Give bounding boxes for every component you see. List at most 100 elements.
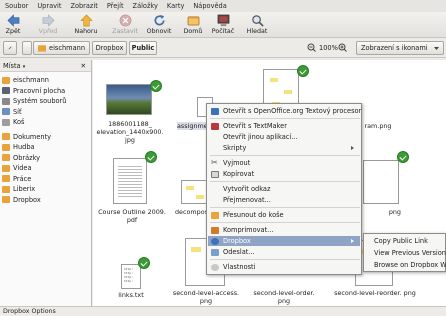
- stop-icon: [119, 14, 131, 27]
- status-bar: Dropbox Options: [0, 306, 446, 316]
- submenu-arrow-icon: [351, 146, 354, 150]
- openoffice-icon: [211, 107, 219, 115]
- sidebar-item-trash[interactable]: Koš: [0, 117, 91, 128]
- submenu-arrow-icon: [351, 239, 354, 243]
- search-button[interactable]: Hledat: [246, 12, 268, 38]
- properties-icon: [211, 263, 219, 271]
- menu-soubor[interactable]: Soubor: [5, 2, 28, 10]
- computer-button[interactable]: Počítač: [209, 12, 237, 38]
- menu-dropbox[interactable]: Dropbox: [208, 236, 360, 246]
- forward-arrow-icon: [42, 14, 54, 27]
- sidebar-item-filesystem[interactable]: Systém souborů: [0, 96, 91, 107]
- menu-separator: [210, 207, 360, 208]
- sync-check-icon: [145, 151, 157, 163]
- menu-scripts[interactable]: Skripty: [208, 143, 360, 153]
- sidebar-header[interactable]: Místa ▾ ✕: [0, 60, 91, 72]
- menu-properties[interactable]: Vlastnosti: [208, 262, 360, 272]
- sidebar-item-desktop[interactable]: Pracovní plocha: [0, 86, 91, 97]
- file-label[interactable]: links.txt: [109, 291, 153, 299]
- pdf-thumbnail[interactable]: [113, 158, 147, 204]
- menu-make-link[interactable]: Vytvořit odkaz: [208, 184, 360, 194]
- menu-compress[interactable]: Komprimovat...: [208, 225, 360, 235]
- file-label[interactable]: second-level-access. png: [169, 289, 243, 305]
- textmaker-icon: [211, 122, 219, 130]
- home-icon: [187, 16, 199, 26]
- folder-icon: [2, 185, 10, 193]
- file-label[interactable]: second-level-reorder. png: [333, 289, 417, 297]
- file-label[interactable]: second-level-order. png: [249, 289, 319, 305]
- menu-cut[interactable]: ✂ Vyjmout: [208, 158, 360, 168]
- trash-icon: [2, 118, 10, 126]
- file-label[interactable]: 1886001188_ elevation_1440x900. jpg: [95, 120, 165, 144]
- computer-icon: [217, 14, 229, 27]
- folder-icon: [2, 154, 10, 162]
- submenu-browse-dropbox-website[interactable]: Browse on Dropbox Website: [364, 259, 446, 270]
- menu-separator: [210, 222, 360, 223]
- menu-separator: [210, 181, 360, 182]
- menu-rename[interactable]: Přejmenovat...: [208, 195, 360, 205]
- diagram-thumbnail[interactable]: [363, 160, 399, 204]
- view-mode-select[interactable]: Zobrazení s ikonami: [356, 41, 444, 55]
- reload-icon: [154, 14, 165, 26]
- folder-icon: [2, 196, 10, 204]
- file-label[interactable]: Course Outline 2009. pdf: [95, 208, 169, 224]
- copy-icon: [211, 170, 219, 178]
- menu-zobrazit[interactable]: Zobrazit: [70, 2, 97, 10]
- file-label[interactable]: decompos: [175, 208, 208, 216]
- file-label[interactable]: assignme: [177, 122, 208, 130]
- close-sidebar-icon[interactable]: ✕: [80, 62, 86, 70]
- path-public[interactable]: Public: [129, 41, 157, 55]
- stop-button[interactable]: Zastavit: [110, 12, 140, 38]
- sidebar-item-work[interactable]: Práce: [0, 174, 91, 185]
- zoom-in-icon[interactable]: [338, 43, 347, 52]
- back-button[interactable]: Zpět: [2, 12, 24, 38]
- menu-karty[interactable]: Karty: [167, 2, 184, 10]
- menu-open-other[interactable]: Otevřít jinou aplikací...: [208, 132, 360, 142]
- diagram-thumbnail[interactable]: [181, 180, 209, 204]
- menu-copy[interactable]: Kopírovat: [208, 169, 360, 179]
- dropbox-submenu: Copy Public Link View Previous Versions.…: [363, 233, 446, 272]
- menu-move-to-trash[interactable]: Přesunout do koše: [208, 210, 360, 220]
- menu-open-openoffice[interactable]: Otevřít s OpenOffice.org Textový proceso…: [208, 106, 361, 116]
- menu-upravit[interactable]: Upravit: [37, 2, 61, 10]
- sidebar-item-home[interactable]: eischmann: [0, 75, 91, 86]
- zoom-out-icon[interactable]: [307, 43, 316, 52]
- edit-location-button[interactable]: [3, 41, 17, 55]
- path-dropbox[interactable]: Dropbox: [92, 41, 127, 55]
- sidebar-item-music[interactable]: Hudba: [0, 142, 91, 153]
- home-folder-icon: [38, 45, 47, 52]
- menu-napoveda[interactable]: Nápověda: [193, 2, 226, 10]
- home-folder-icon: [2, 76, 10, 84]
- status-text: Dropbox Options: [3, 308, 56, 315]
- menu-send[interactable]: Odeslat...: [208, 247, 360, 257]
- file-label[interactable]: ram.png: [363, 122, 393, 130]
- folder-icon: [2, 175, 10, 183]
- zoom-level: 100%: [319, 44, 338, 52]
- up-arrow-icon: [79, 14, 93, 27]
- drive-icon: [2, 97, 10, 105]
- path-left-button[interactable]: [22, 41, 32, 55]
- submenu-copy-public-link[interactable]: Copy Public Link: [364, 235, 445, 246]
- search-icon: [251, 15, 264, 27]
- menu-zalozky[interactable]: Záložky: [133, 2, 158, 10]
- submenu-view-previous-versions[interactable]: View Previous Versions...: [364, 247, 446, 258]
- sidebar-item-dropbox[interactable]: Dropbox: [0, 195, 91, 206]
- file-label[interactable]: png: [361, 208, 401, 216]
- menu-prejit[interactable]: Přejít: [107, 2, 124, 10]
- location-bar: eischmann Dropbox Public 100% Zobrazení …: [0, 38, 446, 58]
- sidebar-item-network[interactable]: Síť: [0, 107, 91, 118]
- send-icon: [211, 248, 219, 256]
- text-thumbnail[interactable]: http: http: http: http:: [121, 264, 141, 289]
- toolbar: Zpět Vpřed Nahoru Zastavit Obnovit Domů …: [0, 12, 446, 38]
- path-eischmann[interactable]: eischmann: [33, 41, 90, 55]
- sidebar-item-liberix[interactable]: Liberix: [0, 184, 91, 195]
- sidebar-item-videos[interactable]: Videa: [0, 163, 91, 174]
- sidebar-item-pictures[interactable]: Obrázky: [0, 153, 91, 164]
- menu-open-textmaker[interactable]: Otevřít s TextMaker: [208, 121, 360, 131]
- forward-button[interactable]: Vpřed: [36, 12, 60, 38]
- up-button[interactable]: Nahoru: [74, 12, 98, 38]
- reload-button[interactable]: Obnovit: [146, 12, 172, 38]
- home-button[interactable]: Domů: [182, 12, 204, 38]
- sidebar-item-documents[interactable]: Dokumenty: [0, 132, 91, 143]
- image-thumbnail[interactable]: [106, 84, 152, 115]
